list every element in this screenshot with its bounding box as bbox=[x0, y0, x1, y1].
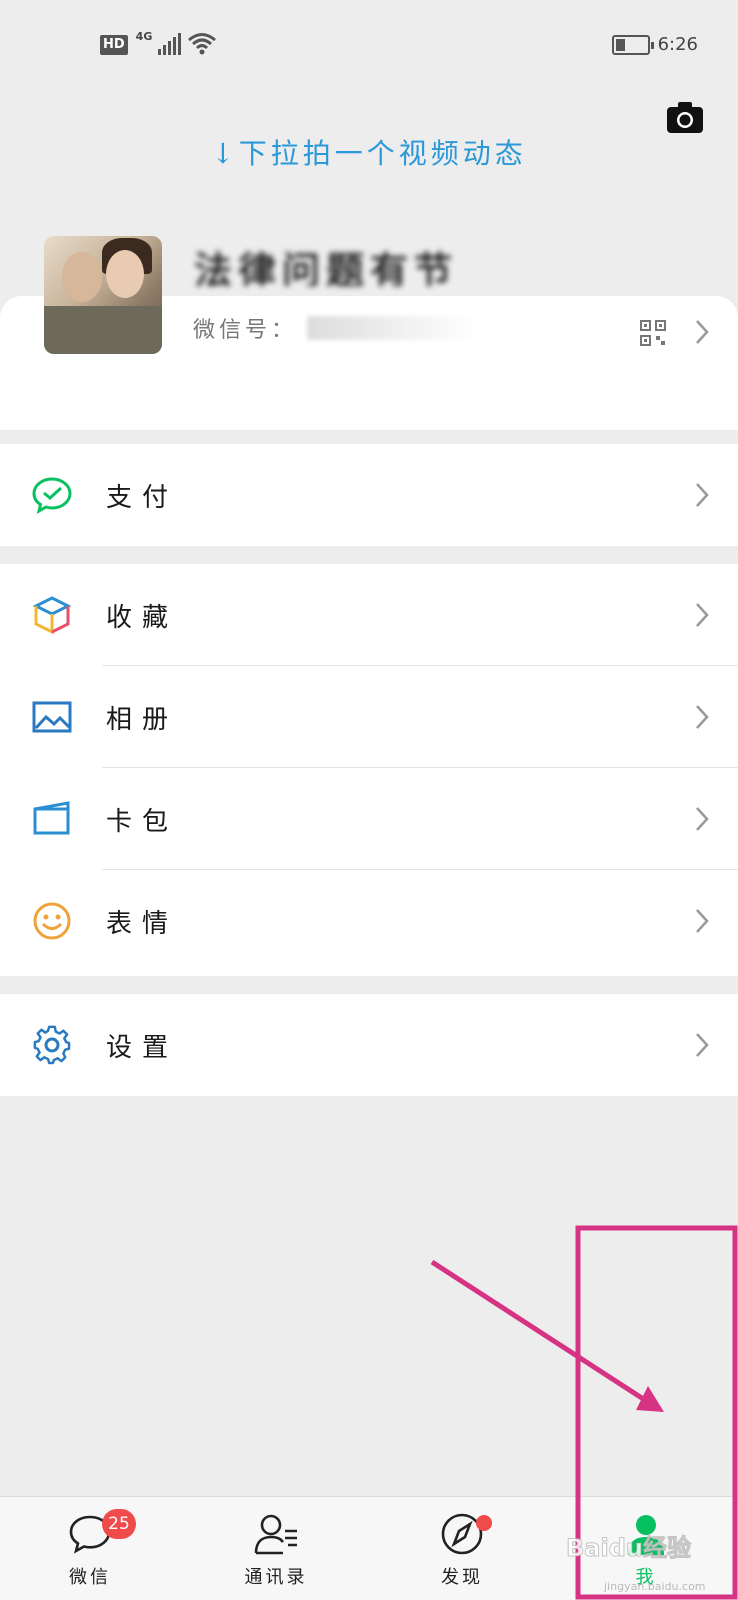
wechat-id-row: 微信号： bbox=[193, 312, 478, 344]
battery-fill bbox=[615, 38, 625, 51]
settings-gear-icon bbox=[33, 1025, 71, 1065]
main-menu-section: 收藏 相册 卡包 表情 bbox=[0, 564, 738, 976]
chevron-right-icon bbox=[696, 705, 709, 729]
chevron-right-icon bbox=[696, 603, 709, 627]
menu-item-label: 卡包 bbox=[106, 806, 179, 837]
pointer-arrow bbox=[430, 1259, 650, 1405]
menu-item-label: 收藏 bbox=[106, 602, 179, 633]
menu-item-album[interactable]: 相册 bbox=[0, 666, 738, 768]
wechat-pay-icon bbox=[32, 477, 72, 515]
menu-item-label: 相册 bbox=[106, 704, 179, 735]
hd-badge: HD bbox=[100, 35, 128, 55]
menu-item-label: 设置 bbox=[106, 1032, 179, 1063]
pull-down-video-hint[interactable]: ↓下拉拍一个视频动态 bbox=[0, 132, 738, 172]
chevron-right-icon bbox=[696, 483, 709, 507]
menu-item-favorites[interactable]: 收藏 bbox=[0, 564, 738, 666]
watermark: Baidu经验 bbox=[566, 1534, 692, 1563]
sticker-smile-icon bbox=[33, 902, 71, 940]
chevron-right-icon bbox=[696, 807, 709, 831]
menu-item-label: 支付 bbox=[106, 482, 179, 513]
battery-icon bbox=[611, 34, 654, 55]
settings-section: 设置 bbox=[0, 994, 738, 1096]
wechat-id-label: 微信号： bbox=[193, 318, 298, 343]
pay-section: 支付 bbox=[0, 444, 738, 546]
tab-label: 通讯录 bbox=[244, 1567, 308, 1588]
nickname: 法律问题有节 bbox=[194, 249, 459, 286]
camera-icon[interactable] bbox=[666, 100, 704, 134]
wechat-id-value-blurred bbox=[307, 316, 478, 340]
avatar[interactable] bbox=[44, 236, 162, 354]
status-left: HD 4G bbox=[100, 30, 217, 55]
chevron-right-icon bbox=[696, 909, 709, 933]
contacts-icon bbox=[254, 1514, 297, 1555]
tab-label: 微信 bbox=[69, 1567, 111, 1588]
menu-item-cards[interactable]: 卡包 bbox=[0, 768, 738, 870]
qr-code-icon[interactable] bbox=[640, 320, 666, 346]
wifi-icon bbox=[188, 33, 217, 55]
menu-item-label: 表情 bbox=[106, 908, 179, 939]
tab-contacts[interactable]: 通讯录 bbox=[216, 1497, 336, 1600]
photo-album-icon bbox=[32, 701, 72, 733]
chevron-right-icon bbox=[696, 1033, 709, 1057]
favorites-cube-icon bbox=[32, 596, 72, 635]
status-right: 6:26 bbox=[611, 34, 698, 55]
tab-label: 发现 bbox=[441, 1567, 483, 1588]
tab-discover[interactable]: 发现 bbox=[402, 1497, 522, 1600]
new-activity-dot bbox=[476, 1515, 492, 1531]
unread-badge: 25 bbox=[102, 1509, 136, 1539]
menu-item-pay[interactable]: 支付 bbox=[0, 444, 738, 546]
signal-icon bbox=[158, 33, 182, 55]
status-bar: HD 4G 6:26 bbox=[0, 0, 738, 90]
menu-item-stickers[interactable]: 表情 bbox=[0, 870, 738, 972]
menu-item-settings[interactable]: 设置 bbox=[0, 994, 738, 1096]
watermark-subtitle: jingyan.baidu.com bbox=[604, 1580, 706, 1593]
network-label: 4G bbox=[135, 30, 153, 43]
clock: 6:26 bbox=[657, 34, 698, 55]
profile-chevron-right-icon[interactable] bbox=[694, 318, 710, 346]
tab-chats[interactable]: 25 微信 bbox=[30, 1497, 150, 1600]
card-wallet-icon bbox=[33, 801, 70, 835]
